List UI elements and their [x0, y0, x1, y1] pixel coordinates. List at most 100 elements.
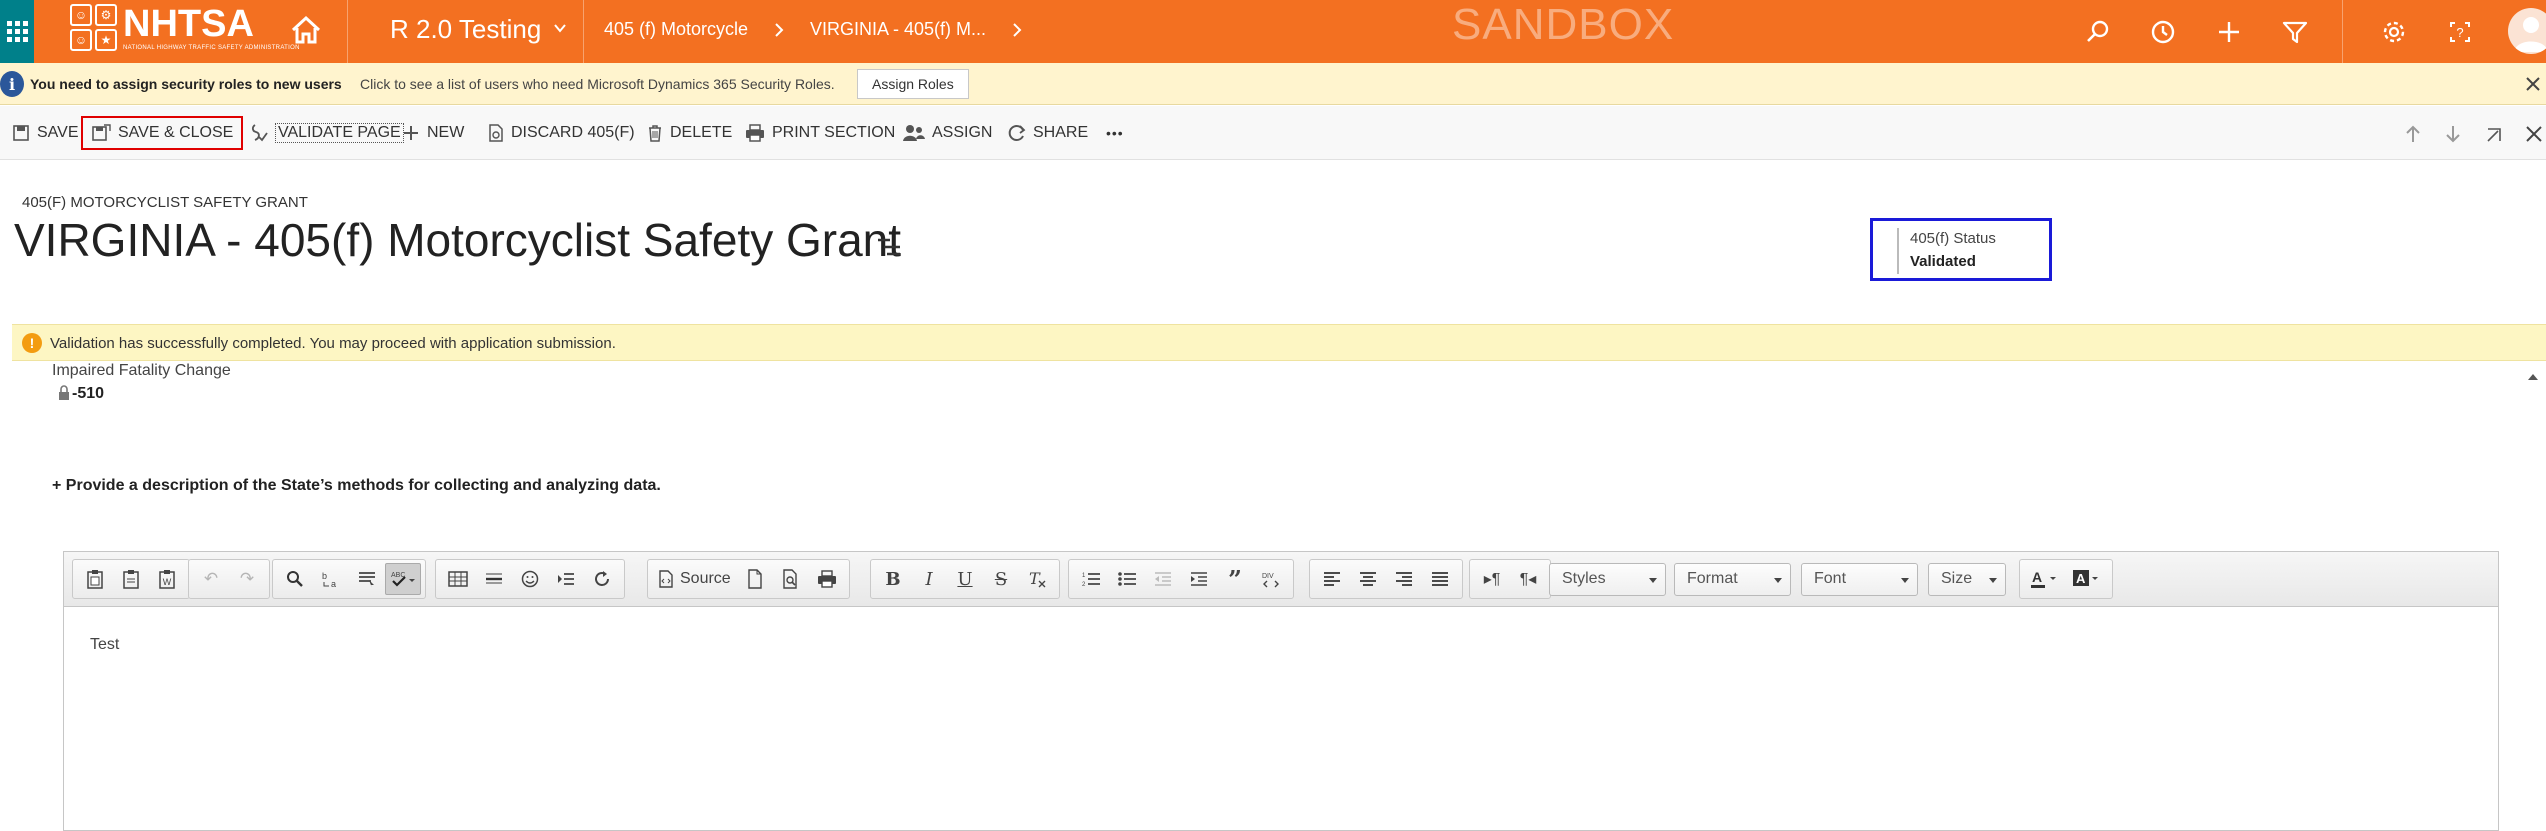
more-commands-button[interactable]: ••• [1106, 116, 1124, 150]
new-page-icon[interactable] [737, 563, 773, 595]
source-button[interactable]: Source [652, 563, 737, 595]
save-and-close-button[interactable]: SAVE & CLOSE [81, 116, 244, 150]
chevron-down-icon[interactable] [552, 20, 568, 36]
table-icon[interactable] [440, 563, 476, 595]
discard-button[interactable]: DISCARD 405(F) [488, 116, 635, 150]
avatar[interactable] [2508, 8, 2546, 54]
font-dropdown[interactable]: Font [1801, 563, 1918, 596]
print-label: PRINT SECTION [772, 124, 896, 141]
strikethrough-icon[interactable]: S [983, 563, 1019, 595]
nhtsa-logo[interactable]: ☺ ⚙ ☺ ★ NHTSA NATIONAL HIGHWAY TRAFFIC SAFE… [70, 4, 300, 51]
paste-icon[interactable] [77, 563, 113, 595]
delete-label: DELETE [670, 124, 733, 141]
arrow-down-icon[interactable] [2443, 125, 2463, 143]
validate-icon [251, 124, 268, 142]
save-button[interactable]: SAVE [12, 116, 79, 150]
validation-banner: ! Validation has successfully completed.… [12, 324, 2546, 361]
size-dropdown[interactable]: Size [1928, 563, 2006, 596]
background-color-icon[interactable]: A [2066, 563, 2108, 595]
redo-icon[interactable]: ↷ [229, 563, 265, 595]
search-icon[interactable] [2083, 17, 2113, 47]
share-button[interactable]: SHARE [1008, 116, 1088, 150]
svg-text:1: 1 [1082, 573, 1086, 579]
help-icon[interactable]: ? [2445, 17, 2475, 47]
info-icon: i [0, 71, 24, 97]
svg-text:W: W [163, 577, 172, 587]
entity-label: 405(F) MOTORCYCLIST SAFETY GRANT [22, 194, 308, 211]
discard-label: DISCARD 405(F) [511, 124, 635, 141]
undo-group: ↶ ↷ [188, 559, 270, 599]
blockquote-icon[interactable]: ” [1217, 563, 1253, 595]
refresh-icon[interactable] [584, 563, 620, 595]
preview-icon[interactable] [773, 563, 809, 595]
decrease-indent-icon[interactable] [1145, 563, 1181, 595]
gear-icon[interactable] [2379, 17, 2409, 47]
breadcrumb-record[interactable]: VIRGINIA - 405(f) M... [810, 19, 986, 40]
text-ltr-icon[interactable]: ▸¶ [1474, 563, 1510, 595]
assign-button[interactable]: ASSIGN [903, 116, 992, 150]
format-dropdown[interactable]: Format [1674, 563, 1791, 596]
status-value: Validated [1910, 253, 1976, 270]
underline-icon[interactable]: U [947, 563, 983, 595]
print-section-button[interactable]: PRINT SECTION [745, 116, 895, 150]
print-icon[interactable] [809, 563, 845, 595]
paste-word-icon[interactable]: W [149, 563, 185, 595]
validate-page-button[interactable]: VALIDATE PAGE [250, 116, 404, 150]
app-name[interactable]: R 2.0 Testing [390, 14, 541, 45]
recent-history-icon[interactable] [2148, 17, 2178, 47]
breadcrumb-entity[interactable]: 405 (f) Motorcycle [604, 19, 748, 40]
filter-icon[interactable] [2280, 17, 2310, 47]
find-icon[interactable] [277, 563, 313, 595]
select-all-icon[interactable] [349, 563, 385, 595]
notification-message[interactable]: Click to see a list of users who need Mi… [360, 76, 835, 92]
paste-text-icon[interactable] [113, 563, 149, 595]
remove-format-icon[interactable]: T [1019, 563, 1055, 595]
status-field[interactable]: 405(f) Status Validated [1870, 218, 2052, 281]
styles-dropdown[interactable]: Styles [1549, 563, 1666, 596]
status-label: 405(f) Status [1910, 230, 1996, 247]
notification-title: You need to assign security roles to new… [30, 76, 342, 92]
italic-icon[interactable]: I [911, 563, 947, 595]
delete-button[interactable]: DELETE [647, 116, 732, 150]
scroll-up-icon[interactable] [2526, 370, 2540, 384]
editor-content[interactable]: Test [90, 636, 119, 654]
bold-icon[interactable]: B [875, 563, 911, 595]
new-button[interactable]: NEW [402, 116, 464, 150]
plus-icon[interactable] [2214, 17, 2244, 47]
form-selector-icon[interactable] [876, 236, 902, 258]
indent-block-icon[interactable] [548, 563, 584, 595]
direction-group: ▸¶ ¶◂ [1469, 559, 1551, 599]
source-label: Source [680, 570, 731, 587]
print-icon [746, 124, 764, 142]
replace-icon[interactable]: ba [313, 563, 349, 595]
close-icon[interactable] [2524, 125, 2544, 143]
bulleted-list-icon[interactable] [1109, 563, 1145, 595]
popout-icon[interactable] [2484, 125, 2504, 143]
smiley-icon[interactable] [512, 563, 548, 595]
chevron-right-icon[interactable] [1010, 22, 1024, 38]
justify-icon[interactable] [1422, 563, 1458, 595]
increase-indent-icon[interactable] [1181, 563, 1217, 595]
undo-icon[interactable]: ↶ [193, 563, 229, 595]
warning-icon: ! [22, 333, 42, 353]
numbered-list-icon[interactable]: 12 [1073, 563, 1109, 595]
arrow-up-icon[interactable] [2403, 125, 2423, 143]
user-icon [2514, 17, 2546, 52]
align-left-icon[interactable] [1314, 563, 1350, 595]
text-color-icon[interactable]: A [2024, 563, 2066, 595]
top-navigation-bar: ☺ ⚙ ☺ ★ NHTSA NATIONAL HIGHWAY TRAFFIC SAFE… [0, 0, 2546, 63]
assign-roles-button[interactable]: Assign Roles [857, 69, 969, 99]
horizontal-line-icon[interactable] [476, 563, 512, 595]
status-divider [1897, 228, 1899, 274]
logo-wordmark: NHTSA [123, 3, 254, 45]
close-icon[interactable] [2524, 75, 2542, 93]
section-question[interactable]: + Provide a description of the State’s m… [52, 477, 661, 495]
text-rtl-icon[interactable]: ¶◂ [1510, 563, 1546, 595]
format-label: Format [1687, 570, 1738, 587]
align-right-icon[interactable] [1386, 563, 1422, 595]
div-container-icon[interactable]: DIV [1253, 563, 1289, 595]
spellcheck-icon[interactable]: ABC [385, 563, 421, 595]
home-icon[interactable] [290, 14, 322, 46]
align-center-icon[interactable] [1350, 563, 1386, 595]
app-launcher-button[interactable] [0, 0, 34, 63]
